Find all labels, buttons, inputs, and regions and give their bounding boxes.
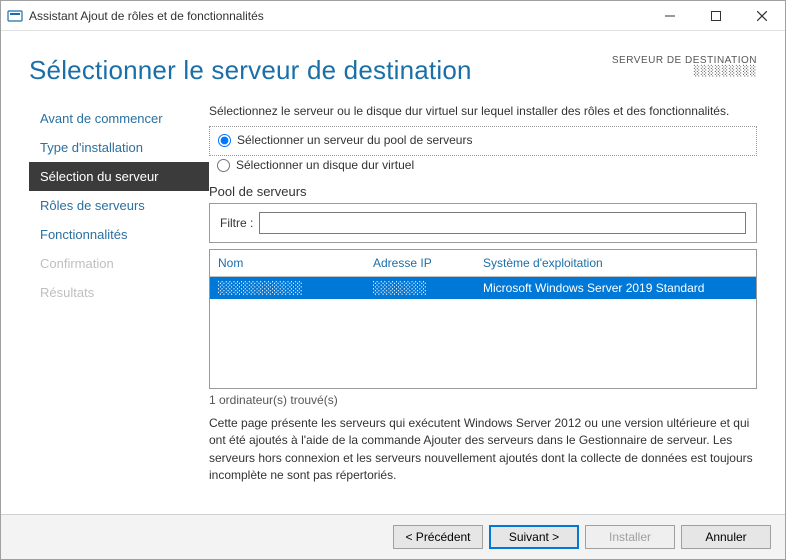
step-server-roles[interactable]: Rôles de serveurs bbox=[29, 191, 209, 220]
radio-server-pool-label: Sélectionner un serveur du pool de serve… bbox=[237, 133, 472, 147]
table-body[interactable]: ░░░░░░░░░░░ ░░░░░░░ Microsoft Windows Se… bbox=[210, 277, 756, 388]
radio-vhd-label: Sélectionner un disque dur virtuel bbox=[236, 158, 414, 172]
col-header-os[interactable]: Système d'exploitation bbox=[475, 250, 756, 276]
intro-text: Sélectionnez le serveur ou le disque dur… bbox=[209, 104, 757, 118]
install-button: Installer bbox=[585, 525, 675, 549]
main-panel: Sélectionnez le serveur ou le disque dur… bbox=[209, 94, 757, 514]
filter-box: Filtre : bbox=[209, 203, 757, 243]
titlebar: Assistant Ajout de rôles et de fonctionn… bbox=[1, 1, 785, 31]
maximize-button[interactable] bbox=[693, 1, 739, 31]
filter-input[interactable] bbox=[259, 212, 746, 234]
table-header: Nom Adresse IP Système d'exploitation bbox=[210, 250, 756, 277]
col-header-name[interactable]: Nom bbox=[210, 250, 365, 276]
radio-server-pool-input[interactable] bbox=[218, 134, 231, 147]
minimize-button[interactable] bbox=[647, 1, 693, 31]
step-confirmation: Confirmation bbox=[29, 249, 209, 278]
wizard-footer: < Précédent Suivant > Installer Annuler bbox=[1, 514, 785, 559]
col-header-ip[interactable]: Adresse IP bbox=[365, 250, 475, 276]
wizard-steps: Avant de commencer Type d'installation S… bbox=[29, 94, 209, 514]
wizard-window: Assistant Ajout de rôles et de fonctionn… bbox=[0, 0, 786, 560]
filter-label: Filtre : bbox=[220, 216, 253, 230]
close-button[interactable] bbox=[739, 1, 785, 31]
radio-vhd-input[interactable] bbox=[217, 159, 230, 172]
previous-button[interactable]: < Précédent bbox=[393, 525, 483, 549]
cell-name: ░░░░░░░░░░░ bbox=[210, 277, 365, 299]
description-text: Cette page présente les serveurs qui exé… bbox=[209, 415, 757, 485]
page-title: Sélectionner le serveur de destination bbox=[29, 55, 472, 86]
cell-os: Microsoft Windows Server 2019 Standard bbox=[475, 277, 756, 299]
window-title: Assistant Ajout de rôles et de fonctionn… bbox=[29, 9, 647, 23]
step-before-you-begin[interactable]: Avant de commencer bbox=[29, 104, 209, 133]
table-row[interactable]: ░░░░░░░░░░░ ░░░░░░░ Microsoft Windows Se… bbox=[210, 277, 756, 299]
step-installation-type[interactable]: Type d'installation bbox=[29, 133, 209, 162]
next-button[interactable]: Suivant > bbox=[489, 525, 579, 549]
pool-section-label: Pool de serveurs bbox=[209, 184, 757, 199]
step-server-selection[interactable]: Sélection du serveur bbox=[29, 162, 209, 191]
computers-found: 1 ordinateur(s) trouvé(s) bbox=[209, 393, 757, 407]
destination-server-name: ░░░░░░░░░ bbox=[612, 66, 757, 77]
app-icon bbox=[7, 8, 23, 24]
selection-mode-group: Sélectionner un serveur du pool de serve… bbox=[209, 126, 757, 156]
page-header: Sélectionner le serveur de destination S… bbox=[1, 31, 785, 94]
step-features[interactable]: Fonctionnalités bbox=[29, 220, 209, 249]
filter-row: Filtre : bbox=[210, 204, 756, 242]
cancel-button[interactable]: Annuler bbox=[681, 525, 771, 549]
wizard-body: Avant de commencer Type d'installation S… bbox=[1, 94, 785, 514]
destination-label: SERVEUR DE DESTINATION bbox=[612, 55, 757, 66]
radio-server-pool[interactable]: Sélectionner un serveur du pool de serve… bbox=[218, 131, 748, 149]
radio-vhd[interactable]: Sélectionner un disque dur virtuel bbox=[209, 156, 757, 174]
cell-ip: ░░░░░░░ bbox=[365, 277, 475, 299]
step-results: Résultats bbox=[29, 278, 209, 307]
destination-server-label: SERVEUR DE DESTINATION ░░░░░░░░░ bbox=[612, 55, 757, 77]
server-table: Nom Adresse IP Système d'exploitation ░░… bbox=[209, 249, 757, 389]
